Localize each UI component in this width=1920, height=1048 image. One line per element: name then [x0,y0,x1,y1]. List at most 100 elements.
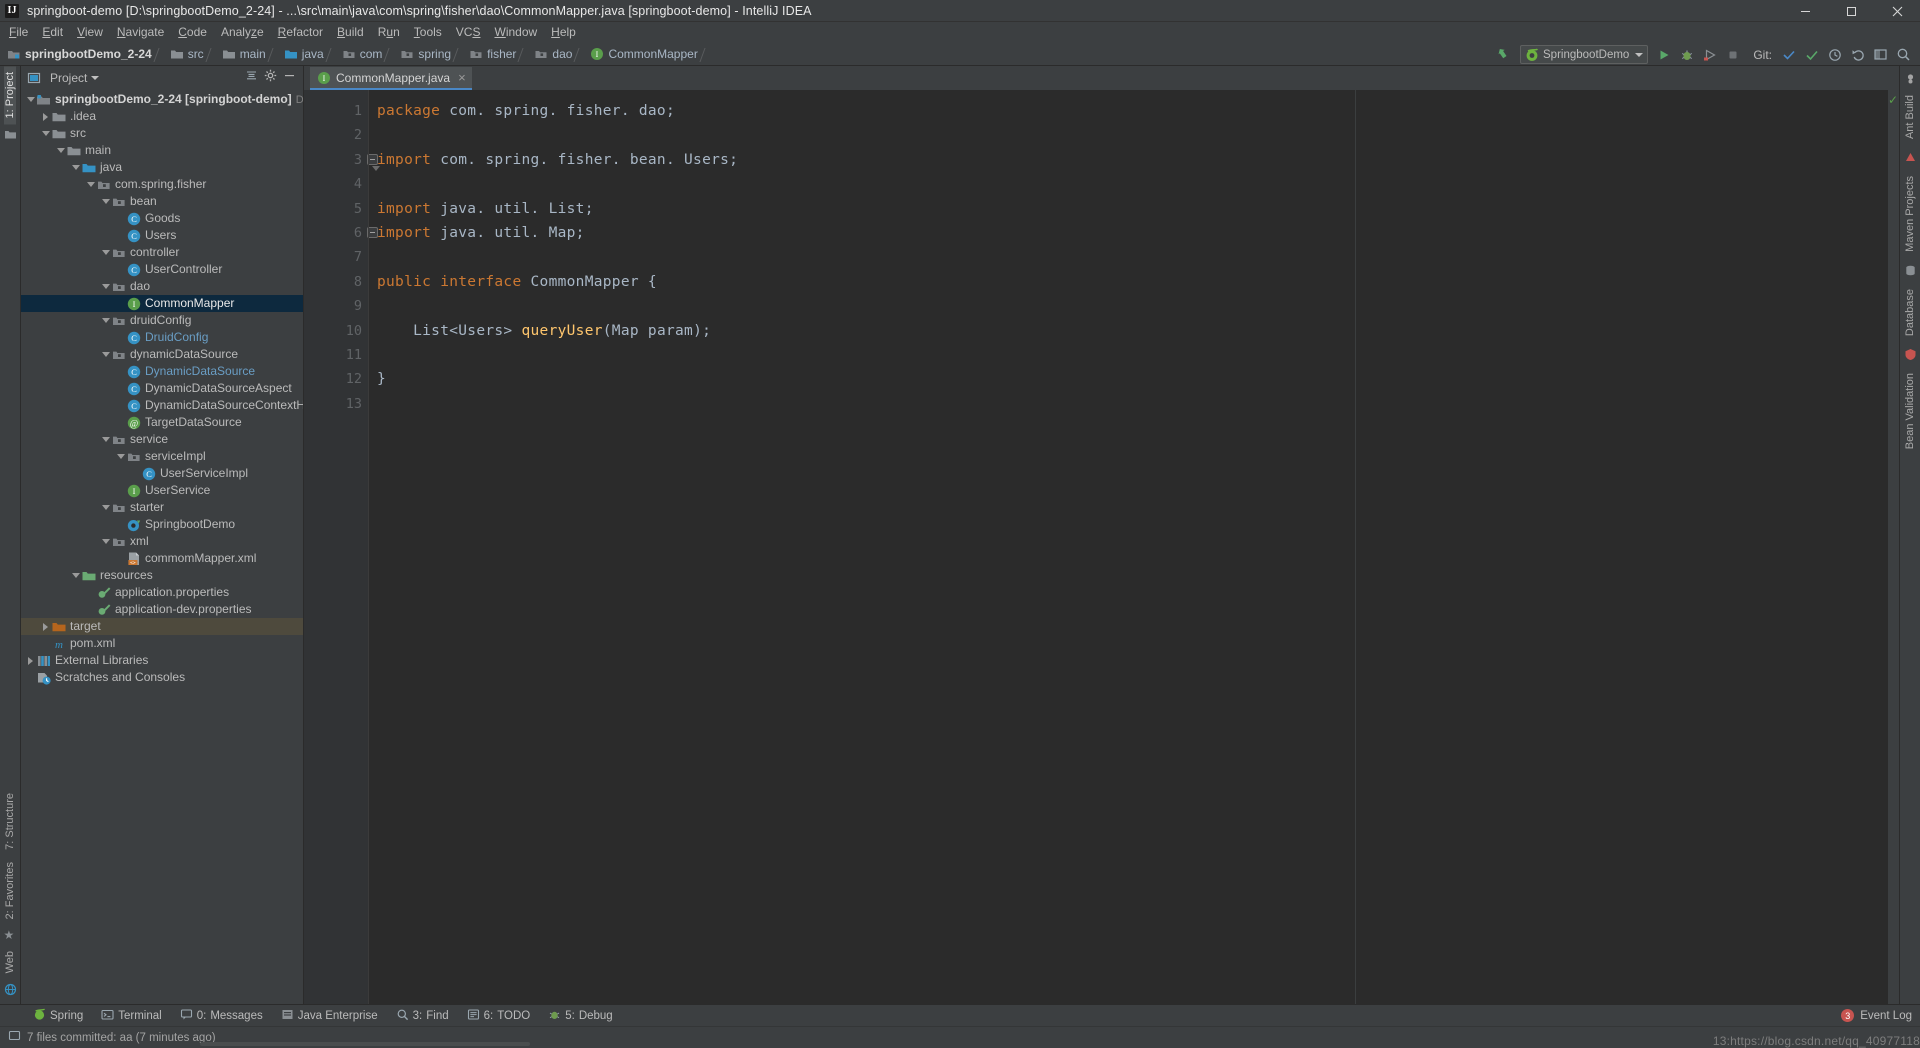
breadcrumb-item-src[interactable]: src [167,44,219,65]
tree-toggle-down-icon[interactable] [100,533,111,550]
tree-toggle-down-icon[interactable] [70,567,81,584]
run-with-coverage-icon[interactable] [1699,44,1720,65]
toolwindow-messages[interactable]: 0: Messages [171,1006,272,1026]
tree-node[interactable]: src [21,125,303,142]
tree-node[interactable]: I UserService [21,482,303,499]
menu-vcs[interactable]: VCS [449,23,488,42]
minimize-button[interactable] [1782,0,1828,22]
menu-window[interactable]: Window [487,23,544,42]
breadcrumb-item-spring[interactable]: spring [397,44,466,65]
breadcrumb-item-dao[interactable]: dao [531,44,587,65]
line-number-gutter[interactable]: 1 2 3 4 5 6 7 8 9 10 11 12 13 [304,90,380,1004]
code-line[interactable] [369,123,1899,147]
tree-toggle-down-icon[interactable] [115,448,126,465]
error-stripe-marker[interactable]: ✓ [1887,90,1899,1004]
hide-icon[interactable] [283,69,296,87]
sidebar-item-web[interactable]: Web [4,945,16,979]
tree-node[interactable]: target [21,618,303,635]
breadcrumb-item-com[interactable]: com [339,44,398,65]
breadcrumb-item-main[interactable]: main [219,44,281,65]
tree-toggle-down-icon[interactable] [100,346,111,363]
horizontal-scrollbar[interactable] [200,1042,530,1046]
stop-icon[interactable] [1722,44,1743,65]
tree-toggle-right-icon[interactable] [25,652,36,669]
tree-node[interactable]: dynamicDataSource [21,346,303,363]
git-checkmark-icon[interactable] [1778,44,1799,65]
tree-toggle-down-icon[interactable] [100,244,111,261]
tree-node[interactable]: SpringbootDemo [21,516,303,533]
tree-node[interactable]: C DruidConfig [21,329,303,346]
menu-file[interactable]: File [2,23,35,42]
tree-toggle-right-icon[interactable] [40,108,51,125]
collapse-all-icon[interactable] [245,69,258,87]
toolwindow-spring[interactable]: Spring [24,1006,92,1026]
tree-node[interactable]: <> commomMapper.xml [21,550,303,567]
git-history-icon[interactable] [1824,44,1845,65]
tree-node[interactable]: springbootDemo_2-24 [springboot-demo]D:\… [21,91,303,108]
tree-node[interactable]: dao [21,278,303,295]
tree-toggle-down-icon[interactable] [100,499,111,516]
sidebar-item-favorites[interactable]: 2: Favorites [4,856,16,925]
tree-toggle-down-icon[interactable] [100,431,111,448]
menu-run[interactable]: Run [371,23,407,42]
tree-node[interactable]: C Goods [21,210,303,227]
tree-node[interactable]: C DynamicDataSource [21,363,303,380]
tree-node[interactable]: bean [21,193,303,210]
sidebar-item-structure[interactable]: 7: Structure [4,787,16,856]
code-line[interactable]: public interface CommonMapper { [369,270,1899,294]
tree-toggle-down-icon[interactable] [100,278,111,295]
tab-commonmapper-java[interactable]: I CommonMapper.java × [310,67,472,90]
tree-toggle-down-icon[interactable] [55,142,66,159]
tree-node[interactable]: druidConfig [21,312,303,329]
menu-analyze[interactable]: Analyze [214,23,271,42]
menu-tools[interactable]: Tools [407,23,449,42]
gear-icon[interactable] [264,69,277,87]
code-line[interactable] [369,294,1899,318]
menu-refactor[interactable]: Refactor [271,23,330,42]
tree-node[interactable]: .idea [21,108,303,125]
sidebar-item-maven-projects[interactable]: Maven Projects [1904,170,1916,258]
code-editor[interactable]: 1 2 3 4 5 6 7 8 9 10 11 12 13 package com. spring. f… [304,90,1899,1004]
tree-node[interactable]: C DynamicDataSourceContextHolder [21,397,303,414]
tree-node[interactable]: controller [21,244,303,261]
menu-code[interactable]: Code [171,23,214,42]
toolwindow-java-enterprise[interactable]: Java Enterprise [272,1006,387,1026]
menu-help[interactable]: Help [544,23,583,42]
code-line[interactable]: import com. spring. fisher. bean. Users; [369,148,1899,172]
chevron-down-icon[interactable] [1635,52,1644,57]
sidebar-item-database[interactable]: Database [1904,283,1916,342]
git-commit-icon[interactable] [1801,44,1822,65]
project-tree[interactable]: springbootDemo_2-24 [springboot-demo]D:\… [21,89,303,1004]
tree-toggle-down-icon[interactable] [40,125,51,142]
code-line[interactable] [369,343,1899,367]
close-icon[interactable]: × [458,71,466,84]
tree-node[interactable]: main [21,142,303,159]
tree-toggle-down-icon[interactable] [85,176,96,193]
tree-node[interactable]: C UserController [21,261,303,278]
toolwindow-todo[interactable]: 6: TODO [458,1006,540,1026]
run-configuration-selector[interactable]: SpringbootDemo [1520,45,1649,64]
event-log-label[interactable]: Event Log [1860,1010,1912,1022]
sidebar-item-bean-validation[interactable]: Bean Validation [1904,367,1916,455]
breadcrumb-item-commonmapper[interactable]: I CommonMapper [587,44,712,65]
update-project-icon[interactable] [1494,44,1515,65]
toolwindow-debug[interactable]: 5: Debug [539,1006,621,1026]
tree-node[interactable]: @ TargetDataSource [21,414,303,431]
tree-toggle-down-icon[interactable] [100,193,111,210]
tree-node[interactable]: service [21,431,303,448]
tree-node[interactable]: application.properties [21,584,303,601]
tree-toggle-down-icon[interactable] [100,312,111,329]
tree-node[interactable]: resources [21,567,303,584]
toolwindow-terminal[interactable]: Terminal [92,1006,170,1026]
tree-node[interactable]: m pom.xml [21,635,303,652]
code-content[interactable]: package com. spring. fisher. dao; import… [368,90,1899,1004]
toolwindow-find[interactable]: 3: Find [387,1006,458,1026]
run-icon[interactable] [1653,44,1674,65]
search-everywhere-icon[interactable] [1893,44,1914,65]
tree-toggle-down-icon[interactable] [70,159,81,176]
tree-node[interactable]: Scratches and Consoles [21,669,303,686]
tree-toggle-right-icon[interactable] [40,618,51,635]
debug-icon[interactable] [1676,44,1697,65]
tree-node[interactable]: C Users [21,227,303,244]
code-line[interactable]: package com. spring. fisher. dao; [369,99,1899,123]
